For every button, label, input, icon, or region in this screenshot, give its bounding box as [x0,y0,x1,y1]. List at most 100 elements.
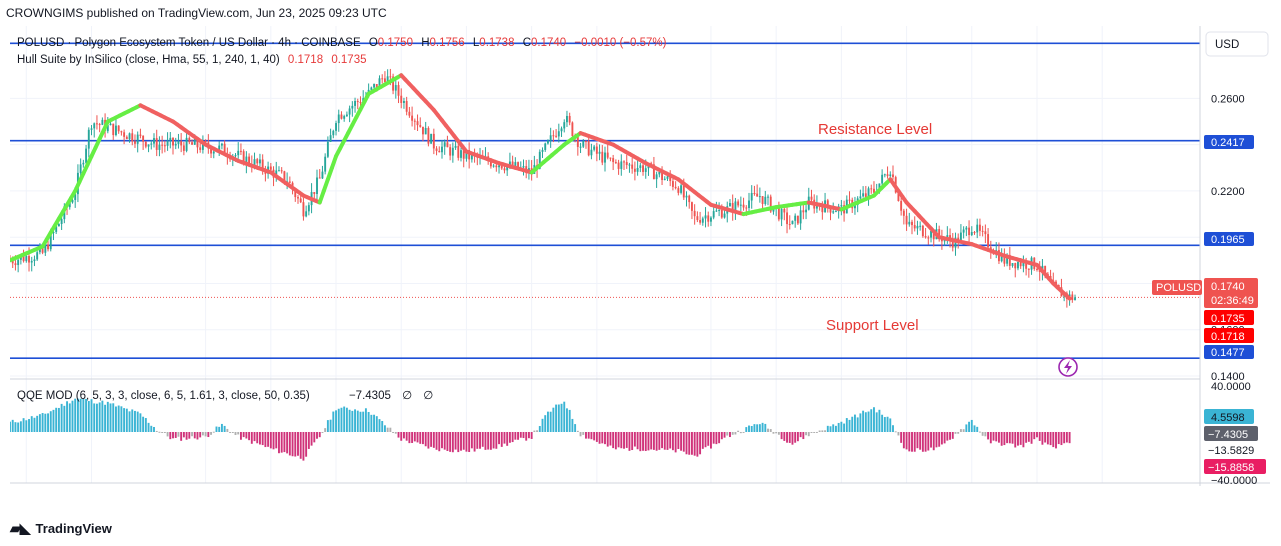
chart-canvas[interactable]: POLUSD · Polygon Ecosystem Token / US Do… [10,26,1270,503]
qqe-bar [74,398,77,432]
qqe-bar [995,432,998,442]
qqe-bar [1000,432,1003,446]
candle-body [859,196,862,199]
qqe-bar [579,432,582,437]
qqe-bar [1068,432,1071,444]
candle-body [576,136,579,147]
candle-body [791,220,794,225]
qqe-bar [791,432,794,445]
qqe-bar [856,417,859,432]
candle-body [495,165,498,168]
candle-body [585,141,587,143]
qqe-bar [767,428,769,432]
qqe-bar [93,403,96,432]
qqe-bar [432,432,435,448]
qqe-axis[interactable]: 40.0000 4.5598 −7.4305 −13.5829 −15.8858… [1204,381,1266,487]
chart-frame[interactable]: POLUSD · Polygon Ecosystem Token / US Do… [10,26,1270,503]
qqe-bar [663,432,666,450]
qqe-bar [921,432,924,452]
qqe-bar [911,432,913,452]
candle-body [153,138,155,144]
qqe-bar [305,432,308,457]
qqe-bar [503,432,506,444]
qqe-bar [199,432,202,438]
qqe-bar [1038,432,1041,441]
candle-body [1019,262,1022,267]
candle-body [905,215,908,225]
qqe-bar [900,432,903,443]
candle-body [278,170,280,172]
candle-body [666,176,669,179]
candle-body [606,152,609,158]
qqe-histogram [10,398,1071,461]
legend-hull-row: Hull Suite by InSilico (close, Hma, 55, … [17,54,367,66]
qqe-bar [1025,432,1028,443]
qqe-bar [10,421,11,432]
candle-body [739,204,742,206]
qqe-bar [367,412,370,432]
qqe-bar [821,430,824,432]
footer-brand[interactable]: ▰◣ TradingView [10,519,112,537]
qqe-bar [218,426,221,432]
qqe-bar [11,419,14,432]
candle-body [671,181,674,187]
qqe-bar [783,432,786,441]
svg-text:0.1740: 0.1740 [1211,281,1245,293]
qqe-bar [984,432,987,437]
qqe-bar [106,401,109,432]
qqe-bar [859,413,862,432]
candle-body [593,146,596,150]
qqe-bar [1044,432,1047,443]
qqe-bar [707,432,710,446]
candle-body [729,203,731,207]
candle-body [220,143,223,146]
qqe-bar [631,432,634,451]
qqe-bar [935,432,938,448]
candle-body [780,208,783,220]
svg-text:−15.8858: −15.8858 [1208,462,1254,474]
qqe-bar [525,432,528,441]
lightning-icon[interactable] [1058,357,1078,377]
qqe-bar [57,407,60,432]
qqe-bar [761,422,764,432]
candle-body [397,85,400,96]
qqe-bar [886,416,889,432]
qqe-bar [307,432,310,449]
hull-value-tag-2: 0.1718 [1204,328,1254,343]
qqe-bar [720,432,723,440]
qqe-bar [932,432,935,451]
svg-text:0.1718: 0.1718 [1211,331,1245,343]
candle-body [587,141,590,156]
currency-button[interactable]: USD [1205,31,1269,57]
qqe-bar [696,432,699,457]
candle-body [33,259,36,261]
candle-body [522,166,525,168]
qqe-bar [90,399,93,432]
qqe-bar [66,401,69,432]
candle-body [566,115,568,123]
candle-body [715,210,718,212]
qqe-bar [954,432,957,434]
candle-body [1027,268,1030,270]
candle-body [701,218,704,223]
candle-body [984,231,987,235]
candle-body [125,136,128,140]
qqe-bar [946,432,949,441]
qqe-bar [155,430,158,432]
candle-body [166,140,169,146]
candle-body [704,215,707,219]
candle-body [144,141,147,147]
candle-body [98,124,101,126]
candle-body [767,196,769,198]
qqe-bar [715,432,718,445]
candle-body [555,135,558,137]
candle-body [965,227,968,230]
candle-body [142,135,145,142]
qqe-bar [201,432,204,436]
qqe-bar [14,422,17,432]
qqe-bar [449,432,452,452]
candle-body [805,209,808,213]
qqe-bar [987,432,990,440]
candle-body [329,135,332,142]
qqe-bar [389,427,392,432]
